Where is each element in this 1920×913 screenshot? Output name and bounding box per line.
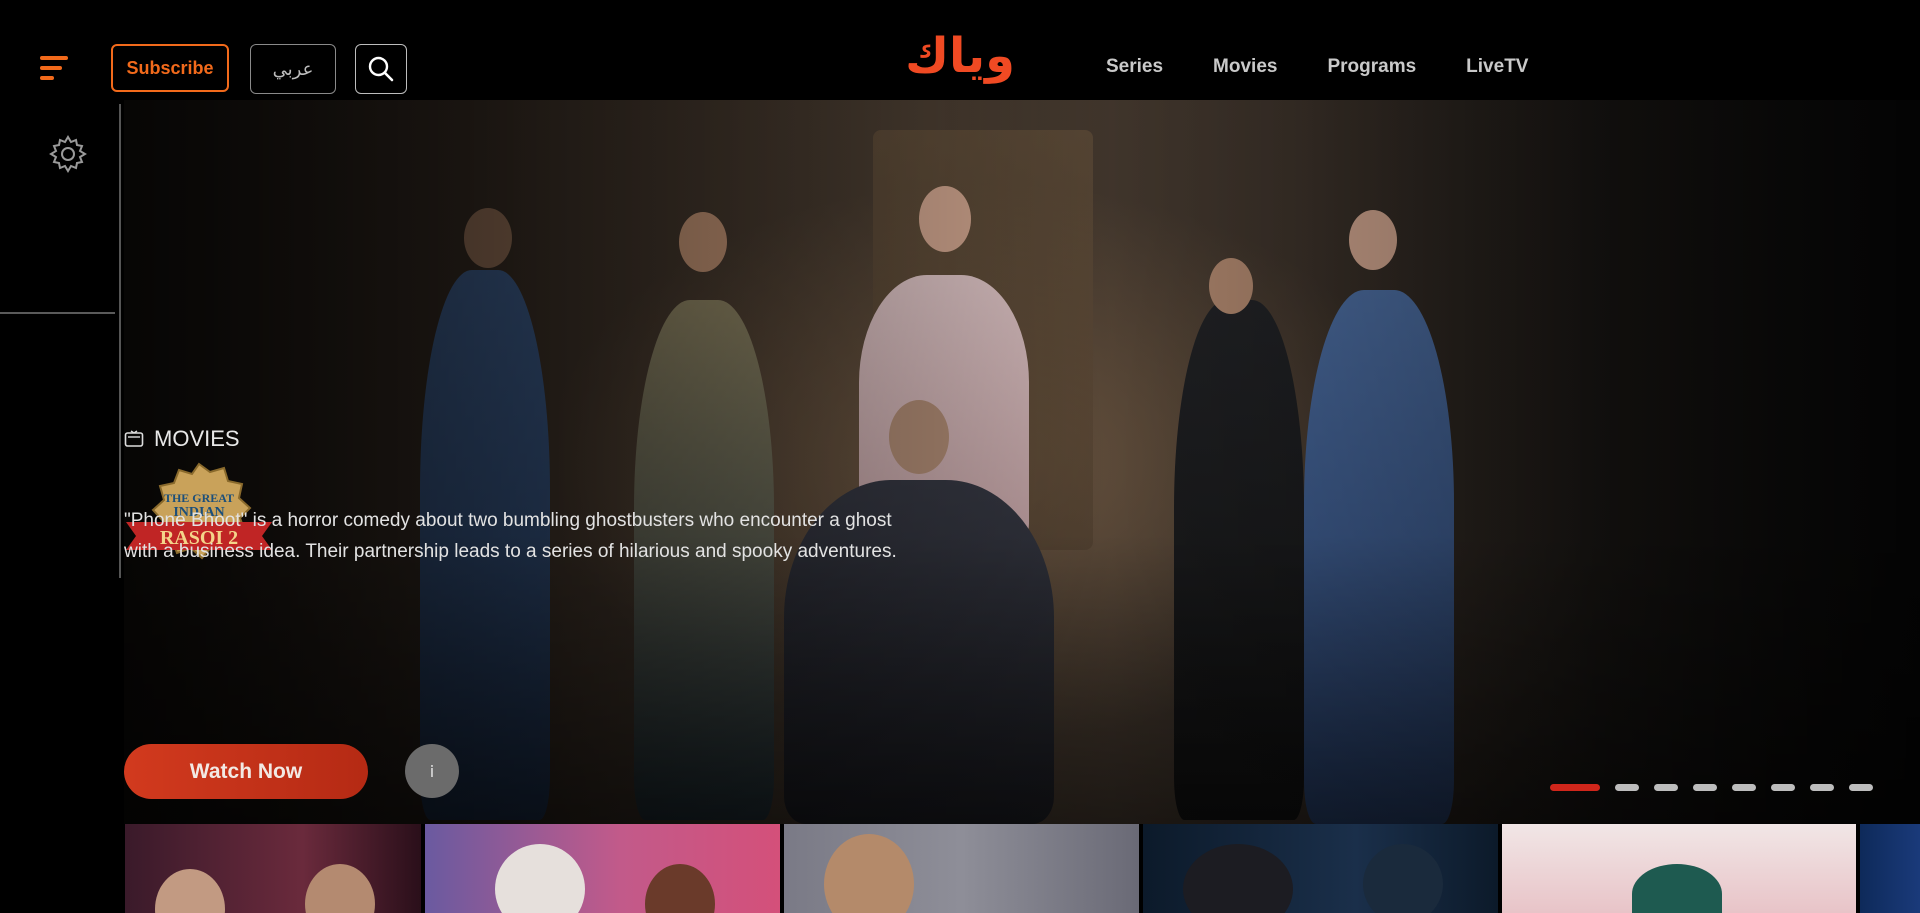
content-thumbnail[interactable] [1501, 824, 1857, 913]
nav-movies[interactable]: Movies [1213, 56, 1277, 78]
language-toggle-button[interactable]: عربي [250, 44, 336, 94]
subscribe-button[interactable]: Subscribe [111, 44, 229, 92]
hero-banner[interactable]: MOVIES THE GREAT INDIAN RASOI 2 "Phone B… [124, 100, 1920, 824]
carousel-dots [1550, 784, 1873, 791]
nav-series[interactable]: Series [1106, 56, 1163, 78]
main-nav: Series Movies Programs LiveTV [1106, 56, 1578, 78]
side-rail [0, 100, 122, 913]
menu-icon[interactable] [36, 54, 72, 82]
carousel-dot[interactable] [1771, 784, 1795, 791]
nav-programs[interactable]: Programs [1327, 56, 1416, 78]
vertical-divider [119, 104, 121, 578]
tv-icon [124, 430, 144, 447]
header: Subscribe عربي وياك Series Movies Progra… [0, 0, 1920, 100]
carousel-dot[interactable] [1550, 784, 1600, 791]
hero-vignette [124, 100, 1920, 824]
content-thumbnail[interactable] [1142, 824, 1498, 913]
carousel-dot[interactable] [1732, 784, 1756, 791]
side-divider [0, 312, 115, 314]
content-thumbnail[interactable] [1860, 824, 1920, 913]
info-button[interactable]: i [405, 744, 459, 798]
content-thumbnail[interactable] [425, 824, 780, 913]
content-rail [125, 824, 1920, 913]
category-label: MOVIES [124, 426, 240, 452]
content-thumbnail[interactable] [783, 824, 1139, 913]
svg-text:THE GREAT: THE GREAT [164, 491, 234, 505]
search-button[interactable] [355, 44, 407, 94]
carousel-dot[interactable] [1654, 784, 1678, 791]
carousel-dot[interactable] [1615, 784, 1639, 791]
brand-logo[interactable]: وياك [900, 26, 1020, 86]
hero-description: "Phone Bhoot" is a horror comedy about t… [124, 510, 897, 562]
watch-now-button[interactable]: Watch Now [124, 744, 368, 799]
search-icon [368, 56, 394, 82]
category-text: MOVIES [154, 426, 240, 451]
carousel-dot[interactable] [1693, 784, 1717, 791]
carousel-dot[interactable] [1810, 784, 1834, 791]
carousel-dot[interactable] [1849, 784, 1873, 791]
content-thumbnail[interactable] [125, 824, 422, 913]
nav-livetv[interactable]: LiveTV [1466, 56, 1528, 78]
gear-icon[interactable] [48, 134, 88, 174]
info-icon: i [429, 761, 435, 781]
